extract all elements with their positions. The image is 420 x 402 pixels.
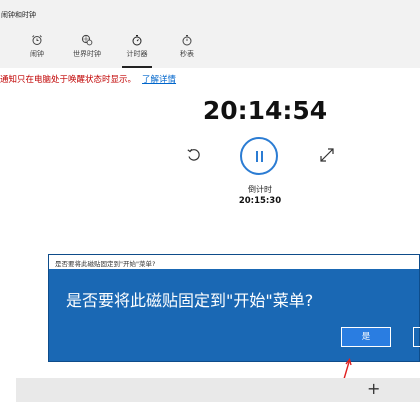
tab-world-clock[interactable]: 世界时钟 <box>64 34 110 66</box>
bottom-command-bar <box>16 378 420 402</box>
timer-display: 20:14:54 <box>202 96 328 125</box>
alarm-icon <box>32 35 42 45</box>
wake-notice: 通知只在电脑处于唤醒状态时显示。 了解详情 <box>0 73 176 85</box>
tab-stopwatch-label: 秒表 <box>180 50 194 58</box>
tab-world-clock-label: 世界时钟 <box>73 50 101 58</box>
countdown-label: 倒计时 <box>248 185 272 194</box>
tab-alarm-label: 闹钟 <box>30 50 44 58</box>
pause-button[interactable] <box>240 137 278 175</box>
timer-icon <box>132 35 142 46</box>
countdown-end-time: 20:15:30 <box>238 196 282 206</box>
learn-more-link[interactable]: 了解详情 <box>142 75 176 85</box>
add-icon[interactable]: + <box>367 380 380 398</box>
pause-icon-bar <box>261 151 263 162</box>
active-tab-indicator <box>122 66 152 68</box>
tab-bar: 闹钟 世界时钟 计时器 秒表 <box>0 28 420 68</box>
tab-timer-label: 计时器 <box>126 50 148 58</box>
expand-icon[interactable] <box>318 146 336 164</box>
tab-stopwatch[interactable]: 秒表 <box>164 34 210 66</box>
stopwatch-icon <box>182 35 192 46</box>
reset-icon[interactable] <box>185 146 203 164</box>
globe-clock-icon <box>81 34 93 46</box>
yes-button[interactable]: 是 <box>341 327 391 347</box>
pause-icon <box>256 151 258 162</box>
dialog-titlebar: 是否要将此磁贴固定到"开始"菜单? <box>49 255 419 269</box>
no-button[interactable] <box>413 327 420 347</box>
window-title: 闹钟和时钟 <box>1 11 36 19</box>
window-titlebar: 闹钟和时钟 <box>0 0 420 28</box>
notice-text: 通知只在电脑处于唤醒状态时显示。 <box>0 75 137 85</box>
pin-to-start-dialog: 是否要将此磁贴固定到"开始"菜单? 是否要将此磁贴固定到"开始"菜单? 是 <box>48 254 420 362</box>
watermark-logo: Ba <box>398 366 419 382</box>
tab-timer[interactable]: 计时器 <box>114 34 160 68</box>
tab-alarm[interactable]: 闹钟 <box>14 34 60 66</box>
dialog-message: 是否要将此磁贴固定到"开始"菜单? <box>66 291 314 310</box>
dialog-title: 是否要将此磁贴固定到"开始"菜单? <box>55 260 156 268</box>
annotation-arrow-icon <box>343 358 352 380</box>
